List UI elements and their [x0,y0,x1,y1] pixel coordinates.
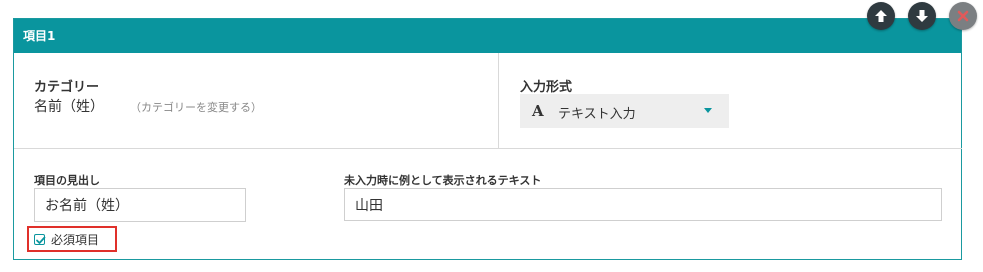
category-value: 名前（姓） [34,99,104,115]
remove-button[interactable] [949,2,977,30]
move-up-button[interactable] [867,2,895,30]
required-checkbox[interactable] [34,233,46,245]
arrow-up-icon [875,10,887,22]
required-label: 必須項目 [51,232,100,247]
placeholder-text-input[interactable] [344,188,942,221]
category-label: カテゴリー [34,80,100,95]
move-down-button[interactable] [908,2,936,30]
input-type-selected: テキスト入力 [558,107,636,122]
text-format-icon: A [532,102,544,120]
row-divider [14,148,962,149]
input-type-label: 入力形式 [520,80,573,95]
check-icon [36,236,46,244]
panel-title: 項目1 [14,19,961,53]
input-type-select[interactable]: A テキスト入力 [520,94,729,128]
placeholder-text-label: 未入力時に例として表示されるテキスト [344,174,542,187]
field-panel: 項目1 [13,18,962,260]
heading-input[interactable] [34,188,246,222]
close-icon [957,10,969,22]
required-checkbox-group[interactable]: 必須項目 [27,226,117,252]
column-divider [498,53,499,148]
heading-label: 項目の見出し [34,174,100,187]
arrow-down-icon [916,10,928,22]
caret-down-icon [704,108,712,113]
change-category-link[interactable]: （カテゴリーを変更する） [130,99,262,115]
